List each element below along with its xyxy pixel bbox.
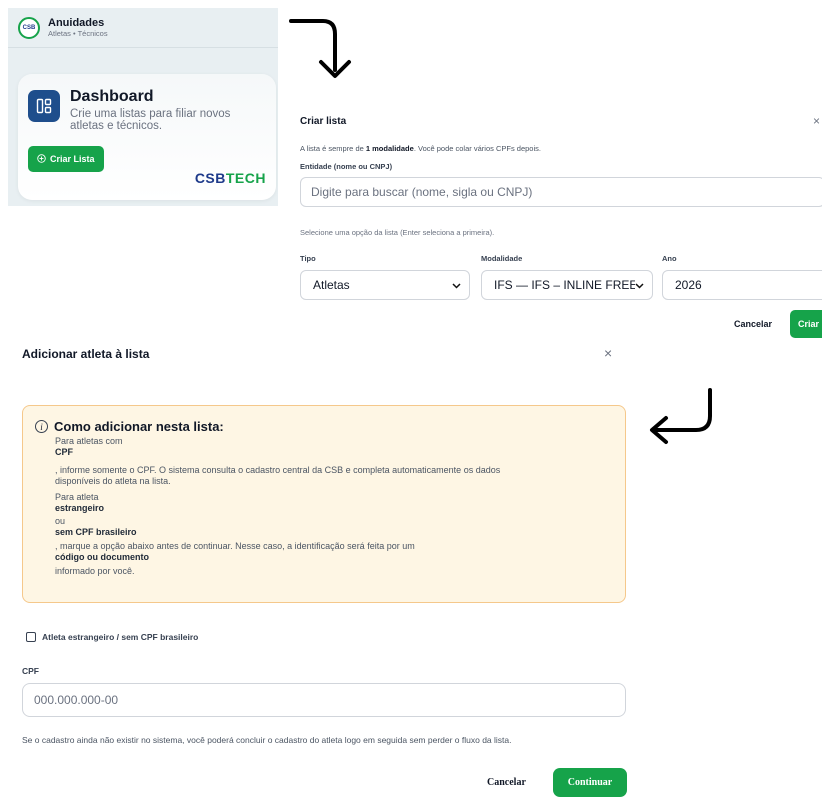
brand-csb: CSB	[194, 170, 226, 186]
registration-note: Se o cadastro ainda não existir no siste…	[22, 735, 512, 745]
notice-line-bold: sem CPF brasileiro	[55, 527, 137, 537]
chevron-down-icon	[635, 278, 644, 292]
checkbox-box[interactable]	[26, 632, 36, 642]
chevron-down-icon	[452, 278, 461, 292]
ano-select[interactable]: 2026	[662, 270, 822, 300]
app-header: CSB Anuidades Atletas • Técnicos	[8, 8, 278, 48]
notice-title: Como adicionar nesta lista:	[54, 419, 224, 434]
modalidade-select[interactable]: IFS — IFS – INLINE FREESTY	[481, 270, 653, 300]
notice-line: disponíveis do atleta na lista.	[55, 476, 171, 486]
modal-info-text: A lista é sempre de 1 modalidade. Você p…	[300, 144, 541, 153]
search-placeholder: Digite para buscar (nome, sigla ou CNPJ)	[311, 185, 533, 199]
info-bold: 1 modalidade	[365, 144, 414, 153]
info-icon: i	[35, 420, 48, 433]
notice-line: Para atletas com	[55, 436, 123, 446]
create-list-modal: Criar lista × A lista é sempre de 1 moda…	[290, 104, 822, 344]
notice-line-bold: estrangeiro	[55, 503, 105, 513]
tipo-value: Atletas	[313, 278, 350, 292]
notice-line: , informe somente o CPF. O sistema consu…	[55, 465, 501, 475]
sidebar-panel: CSB Anuidades Atletas • Técnicos Dashboa…	[8, 8, 278, 206]
notice-body: Para atletas com CPF , informe somente o…	[55, 436, 613, 577]
dashboard-description: Crie uma listas para filiar novos atleta…	[70, 108, 231, 132]
arrow-down-icon	[289, 19, 351, 78]
info-prefix: A lista é sempre de	[300, 144, 366, 153]
csb-tech-logo: CSBTECH	[195, 170, 266, 186]
dashboard-title: Dashboard	[70, 88, 154, 105]
create-button[interactable]: Criar	[790, 310, 822, 338]
ano-value: 2026	[675, 278, 702, 292]
app-subtitle: Atletas • Técnicos	[48, 28, 108, 38]
app-title: Anuidades	[48, 16, 105, 29]
create-list-button[interactable]: Criar Lista	[28, 146, 104, 172]
notice-line-bold: CPF	[55, 447, 73, 457]
modal-title: Criar lista	[300, 116, 347, 127]
plus-circle-icon	[37, 153, 46, 165]
modalidade-value: IFS — IFS – INLINE FREESTY	[494, 278, 635, 292]
csb-logo-icon: CSB	[18, 16, 40, 39]
entity-search-input[interactable]: Digite para buscar (nome, sigla ou CNPJ)	[300, 177, 822, 207]
notice-line: , marque a opção abaixo antes de continu…	[55, 541, 415, 551]
dashboard-card: Dashboard Crie uma listas para filiar no…	[18, 74, 276, 200]
ano-label: Ano	[662, 254, 677, 263]
cpf-label: CPF	[22, 666, 39, 676]
cancel-button[interactable]: Cancelar	[487, 777, 526, 788]
continue-button[interactable]: Continuar	[553, 768, 627, 797]
arrow-left-icon	[650, 388, 712, 444]
notice-line: ou	[55, 516, 66, 526]
search-hint: Selecione uma opção da lista (Enter sele…	[300, 228, 495, 237]
notice-line: informado por você.	[55, 566, 135, 576]
info-suffix: . Você pode colar vários CPFs depois.	[413, 144, 541, 153]
tipo-select[interactable]: Atletas	[300, 270, 470, 300]
dashboard-icon	[28, 90, 60, 122]
tipo-label: Tipo	[300, 254, 316, 263]
checkbox-label[interactable]: Atleta estrangeiro / sem CPF brasileiro	[42, 632, 198, 642]
foreign-athlete-checkbox[interactable]: Atleta estrangeiro / sem CPF brasileiro	[26, 632, 198, 642]
close-icon[interactable]: ×	[813, 114, 820, 128]
cancel-button[interactable]: Cancelar	[734, 319, 772, 329]
instructions-notice: i Como adicionar nesta lista: Para atlet…	[22, 405, 626, 603]
cpf-input[interactable]: 000.000.000-00	[22, 683, 626, 717]
create-list-label: Criar Lista	[50, 154, 95, 164]
close-icon[interactable]: ×	[604, 345, 612, 361]
modalidade-label: Modalidade	[481, 254, 523, 263]
entity-label: Entidade (nome ou CNPJ)	[300, 162, 393, 171]
notice-line: Para atleta	[55, 492, 99, 502]
notice-line-bold: código ou documento	[55, 552, 149, 562]
brand-tech: TECH	[225, 170, 266, 186]
add-athlete-title: Adicionar atleta à lista	[22, 347, 150, 361]
cpf-placeholder: 000.000.000-00	[34, 693, 119, 707]
